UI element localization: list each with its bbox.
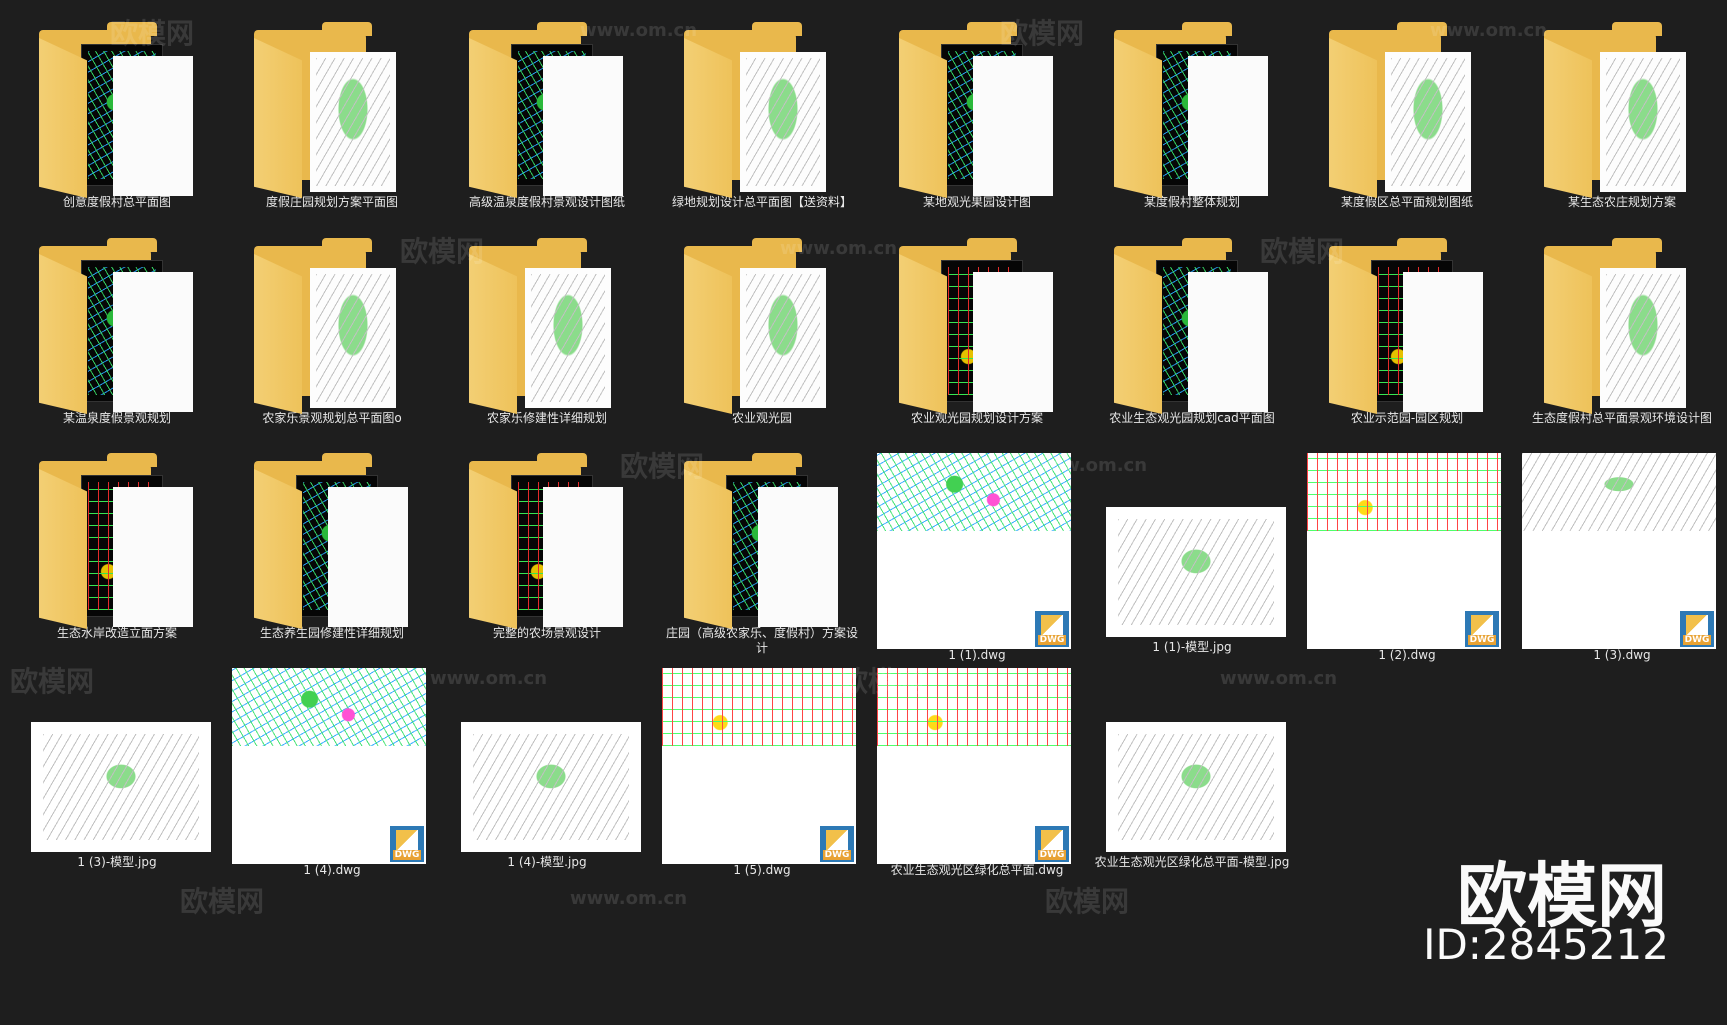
dwg-thumbnail: DWG xyxy=(1522,453,1722,649)
folder-item[interactable]: 某生态农庄规划方案 xyxy=(1522,22,1722,232)
file-item[interactable]: DWG 1 (1).dwg xyxy=(877,453,1077,663)
item-label: 绿地规划设计总平面图【送资料】 xyxy=(671,195,852,209)
folder-item[interactable]: 创意度假村总平面图 xyxy=(17,22,217,232)
item-label: 生态养生园修建性详细规划 xyxy=(259,626,404,640)
item-label: 某度假区总平面规划图纸 xyxy=(1340,195,1473,209)
item-label: 1 (3).dwg xyxy=(1593,648,1651,662)
folder-icon xyxy=(1092,22,1292,198)
folder-item[interactable]: 绿地规划设计总平面图【送资料】 xyxy=(662,22,862,232)
folder-icon xyxy=(17,22,217,198)
folder-icon xyxy=(662,22,862,198)
folder-item[interactable]: 农家乐修建性详细规划 xyxy=(447,238,647,448)
folder-icon xyxy=(877,238,1077,414)
folder-item[interactable]: 农业观光园 xyxy=(662,238,862,448)
item-label: 农业生态观光园规划cad平面图 xyxy=(1109,411,1275,425)
file-item[interactable]: 1 (3)-模型.jpg xyxy=(17,668,217,878)
folder-item[interactable]: 庄园（高级农家乐、度假村）方案设计 xyxy=(662,453,862,663)
dwg-file-icon: DWG xyxy=(1465,611,1499,647)
item-label: 某度假村整体规划 xyxy=(1143,195,1240,209)
folder-item[interactable]: 农家乐景观规划总平面图o xyxy=(232,238,432,448)
file-item[interactable]: 1 (1)-模型.jpg xyxy=(1092,453,1292,663)
item-label: 高级温泉度假村景观设计图纸 xyxy=(468,195,625,209)
folder-item[interactable]: 高级温泉度假村景观设计图纸 xyxy=(447,22,647,232)
file-item[interactable]: DWG 1 (2).dwg xyxy=(1307,453,1507,663)
file-item[interactable]: DWG 1 (3).dwg xyxy=(1522,453,1722,663)
folder-item[interactable]: 某度假区总平面规划图纸 xyxy=(1307,22,1507,232)
folder-icon xyxy=(1307,22,1507,198)
folder-icon xyxy=(1307,238,1507,414)
folder-icon xyxy=(662,238,862,414)
folder-icon xyxy=(662,453,862,629)
item-label: 1 (1).dwg xyxy=(948,648,1006,662)
dwg-thumbnail: DWG xyxy=(232,668,432,864)
item-label: 某温泉度假景观规划 xyxy=(62,411,171,425)
folder-item[interactable]: 生态养生园修建性详细规划 xyxy=(232,453,432,663)
item-label: 1 (4)-模型.jpg xyxy=(507,855,587,869)
item-label: 完整的农场景观设计 xyxy=(492,626,601,640)
dwg-file-icon: DWG xyxy=(390,826,424,862)
item-label: 1 (4).dwg xyxy=(303,863,361,877)
folder-item[interactable]: 某地观光果园设计图 xyxy=(877,22,1077,232)
folder-item[interactable]: 农业示范园-园区规划 xyxy=(1307,238,1507,448)
item-label: 度假庄园规划方案平面图 xyxy=(265,195,398,209)
dwg-file-icon: DWG xyxy=(820,826,854,862)
file-item[interactable]: DWG 农业生态观光区绿化总平面.dwg xyxy=(877,668,1077,878)
item-label: 农业示范园-园区规划 xyxy=(1350,411,1464,425)
image-thumbnail xyxy=(1092,668,1292,852)
item-label: 1 (1)-模型.jpg xyxy=(1152,640,1232,654)
folder-item[interactable]: 某温泉度假景观规划 xyxy=(17,238,217,448)
folder-icon xyxy=(1092,238,1292,414)
folder-item[interactable]: 某度假村整体规划 xyxy=(1092,22,1292,232)
dwg-thumbnail: DWG xyxy=(877,668,1077,864)
folder-icon xyxy=(232,22,432,198)
item-label: 农家乐修建性详细规划 xyxy=(486,411,607,425)
brand-id: ID:2845212 xyxy=(1423,920,1669,969)
item-label: 创意度假村总平面图 xyxy=(62,195,171,209)
item-label: 1 (2).dwg xyxy=(1378,648,1436,662)
dwg-file-icon: DWG xyxy=(1035,611,1069,647)
folder-icon xyxy=(232,453,432,629)
file-item[interactable]: DWG 1 (4).dwg xyxy=(232,668,432,878)
item-label: 农业生态观光区绿化总平面.dwg xyxy=(890,863,1064,877)
item-label: 生态水岸改造立面方案 xyxy=(56,626,177,640)
folder-icon xyxy=(447,22,647,198)
image-thumbnail xyxy=(447,668,647,852)
dwg-file-icon: DWG xyxy=(1680,611,1714,647)
folder-icon xyxy=(877,22,1077,198)
file-item[interactable]: 1 (4)-模型.jpg xyxy=(447,668,647,878)
item-label: 1 (5).dwg xyxy=(733,863,791,877)
item-label: 1 (3)-模型.jpg xyxy=(77,855,157,869)
folder-item[interactable]: 生态度假村总平面景观环境设计图 xyxy=(1522,238,1722,448)
dwg-thumbnail: DWG xyxy=(662,668,862,864)
dwg-file-icon: DWG xyxy=(1035,826,1069,862)
image-thumbnail xyxy=(17,668,217,852)
item-label: 庄园（高级农家乐、度假村）方案设计 xyxy=(665,626,858,655)
item-label: 某生态农庄规划方案 xyxy=(1567,195,1676,209)
folder-icon xyxy=(232,238,432,414)
folder-item[interactable]: 农业观光园规划设计方案 xyxy=(877,238,1077,448)
dwg-thumbnail: DWG xyxy=(1307,453,1507,649)
item-label: 某地观光果园设计图 xyxy=(922,195,1031,209)
folder-icon xyxy=(447,238,647,414)
item-label: 农业观光园规划设计方案 xyxy=(910,411,1043,425)
item-label: 农业生态观光区绿化总平面-模型.jpg xyxy=(1094,855,1290,869)
dwg-thumbnail: DWG xyxy=(877,453,1077,649)
file-item[interactable]: 农业生态观光区绿化总平面-模型.jpg xyxy=(1092,668,1292,878)
folder-icon xyxy=(17,238,217,414)
image-thumbnail xyxy=(1092,453,1292,637)
folder-icon xyxy=(447,453,647,629)
folder-icon xyxy=(17,453,217,629)
file-item[interactable]: DWG 1 (5).dwg xyxy=(662,668,862,878)
item-label: 农业观光园 xyxy=(731,411,792,425)
folder-icon xyxy=(1522,22,1722,198)
folder-item[interactable]: 完整的农场景观设计 xyxy=(447,453,647,663)
item-label: 农家乐景观规划总平面图o xyxy=(262,411,402,425)
folder-icon xyxy=(1522,238,1722,414)
item-label: 生态度假村总平面景观环境设计图 xyxy=(1531,411,1712,425)
folder-item[interactable]: 度假庄园规划方案平面图 xyxy=(232,22,432,232)
folder-item[interactable]: 农业生态观光园规划cad平面图 xyxy=(1092,238,1292,448)
folder-item[interactable]: 生态水岸改造立面方案 xyxy=(17,453,217,663)
